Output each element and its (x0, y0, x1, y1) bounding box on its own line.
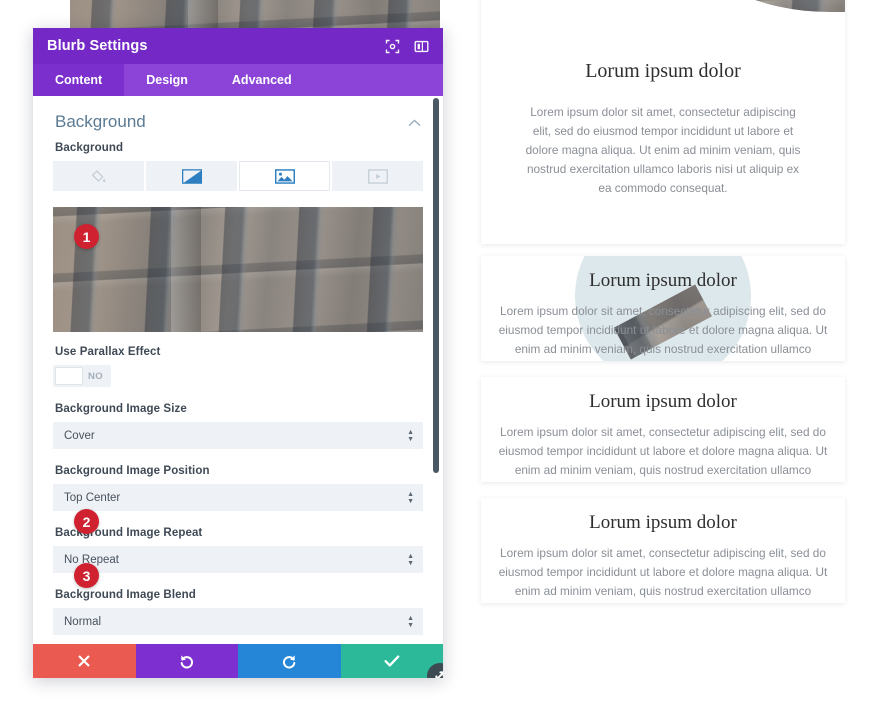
annotation-badge-2: 2 (74, 509, 99, 534)
panel-header-icons (385, 39, 429, 54)
background-image-size-select[interactable]: Cover ▲ ▼ (53, 422, 423, 449)
image-repeat-label: Background Image Repeat (55, 527, 203, 539)
card-body: Lorem ipsum dolor sit amet, consectetur … (498, 546, 828, 599)
background-color-tab[interactable] (53, 161, 144, 191)
tab-content[interactable]: Content (33, 64, 125, 96)
parallax-label: Use Parallax Effect (55, 346, 161, 358)
fullscreen-icon[interactable] (385, 39, 400, 54)
cancel-button[interactable] (33, 644, 136, 678)
background-section-header[interactable]: Background (53, 96, 423, 142)
card-body: Lorem ipsum dolor sit amet, consectetur … (498, 304, 828, 357)
layout-panel-icon[interactable] (414, 39, 429, 54)
background-image-position-select[interactable]: Top Center ▲ ▼ (53, 484, 423, 511)
background-gradient-tab[interactable] (146, 161, 237, 191)
blurb-card-3[interactable]: Lorum ipsum dolor Lorem ipsum dolor sit … (481, 377, 845, 482)
background-image-tab[interactable] (239, 161, 330, 191)
image-size-label: Background Image Size (55, 403, 187, 415)
card-title: Lorum ipsum dolor (589, 391, 737, 412)
screen: Blurb Settings Content Design Advanced B… (0, 0, 880, 705)
parallax-toggle[interactable]: NO (53, 365, 111, 387)
panel-scrollbar[interactable] (433, 96, 439, 644)
panel-tabs: Content Design Advanced (33, 64, 443, 96)
parallax-value: NO (88, 370, 104, 382)
blurb-card-4[interactable]: Lorum ipsum dolor Lorem ipsum dolor sit … (481, 498, 845, 603)
background-image-repeat-select[interactable]: No Repeat ▲ ▼ (53, 546, 423, 573)
background-image-blend-select[interactable]: Normal ▲ ▼ (53, 608, 423, 635)
card-title: Lorum ipsum dolor (589, 512, 737, 533)
card-body: Lorem ipsum dolor sit amet, consectetur … (525, 105, 801, 196)
blurb-settings-panel: Blurb Settings Content Design Advanced B… (33, 28, 443, 678)
panel-footer-actions (33, 644, 443, 678)
image-blend-label: Background Image Blend (55, 589, 196, 601)
redo-button[interactable] (238, 644, 341, 678)
chevron-up-icon[interactable] (408, 116, 421, 129)
scrollbar-thumb[interactable] (433, 98, 439, 473)
stepper-arrows-icon: ▲ ▼ (407, 552, 414, 567)
image-position-label: Background Image Position (55, 465, 210, 477)
stepper-arrows-icon: ▲ ▼ (407, 428, 414, 443)
card-title: Lorum ipsum dolor (585, 60, 741, 82)
panel-title: Blurb Settings (47, 38, 148, 54)
section-title: Background (55, 112, 146, 131)
tab-design[interactable]: Design (124, 64, 210, 96)
background-image-preview[interactable] (53, 207, 423, 332)
stepper-arrows-icon: ▲ ▼ (407, 614, 414, 629)
settings-scroll-area: Background Background Use Parallax Effec… (33, 96, 443, 644)
blurb-card-1[interactable]: Lorum ipsum dolor Lorem ipsum dolor sit … (481, 0, 845, 244)
background-video-tab[interactable] (332, 161, 423, 191)
tab-advanced[interactable]: Advanced (210, 64, 314, 96)
undo-button[interactable] (135, 644, 238, 678)
panel-header: Blurb Settings (33, 28, 443, 64)
card-body: Lorem ipsum dolor sit amet, consectetur … (498, 425, 828, 478)
image-size-value: Cover (64, 429, 95, 442)
blurb-card-2[interactable]: Lorum ipsum dolor Lorem ipsum dolor sit … (481, 256, 845, 361)
annotation-badge-3: 3 (74, 563, 99, 588)
toggle-knob (55, 367, 83, 385)
stepper-arrows-icon: ▲ ▼ (407, 490, 414, 505)
background-field-label: Background (55, 142, 124, 154)
annotation-badge-1: 1 (74, 224, 99, 249)
image-blend-value: Normal (64, 615, 102, 628)
panel-body: Background Background Use Parallax Effec… (33, 96, 443, 644)
image-position-value: Top Center (64, 491, 121, 504)
card-corner-photo (695, 0, 845, 12)
card-title: Lorum ipsum dolor (589, 270, 737, 291)
background-type-selector (53, 161, 423, 191)
